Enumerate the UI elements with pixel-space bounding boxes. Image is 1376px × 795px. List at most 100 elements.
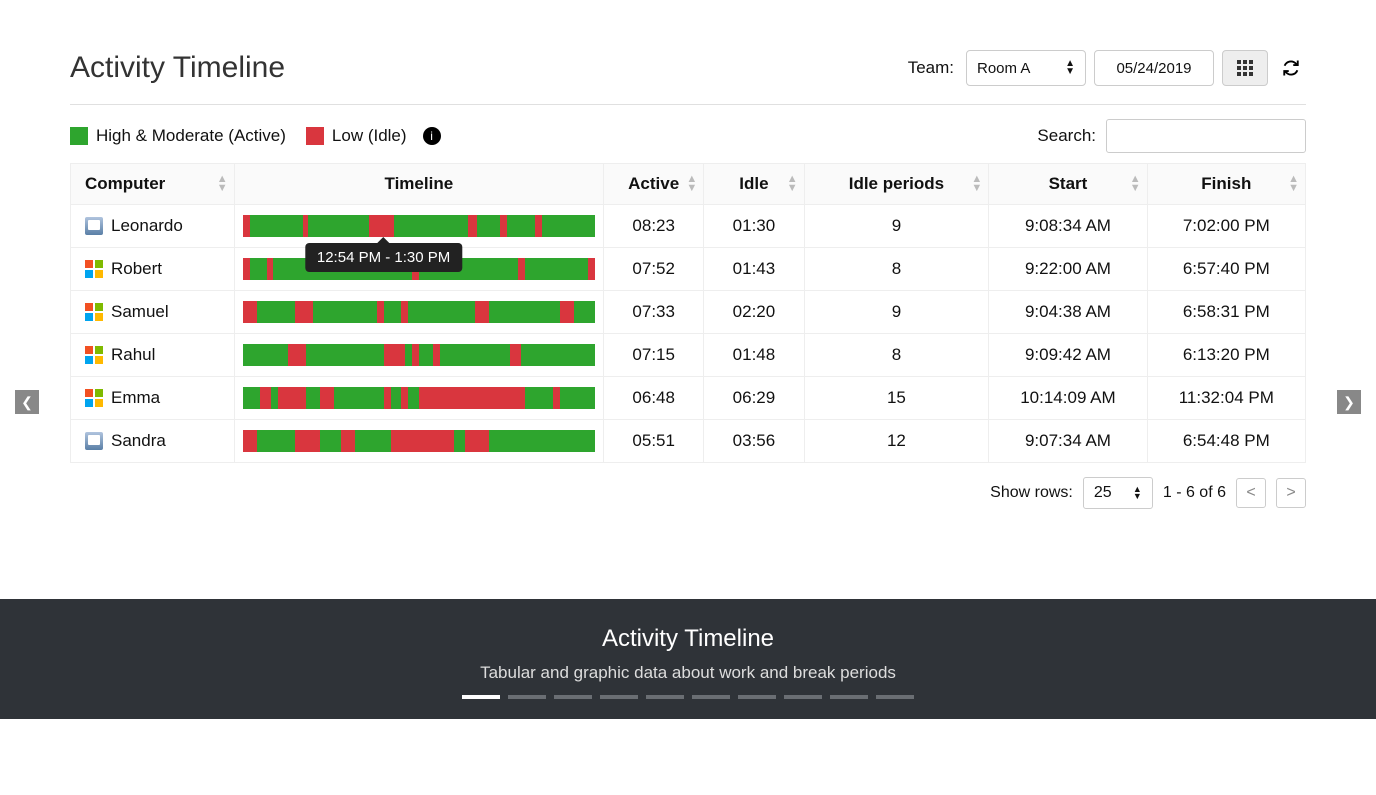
carousel-next-button[interactable]: ❯	[1337, 390, 1361, 414]
timeline-segment-active[interactable]	[489, 301, 559, 323]
timeline-segment-idle[interactable]	[588, 258, 595, 280]
timeline-segment-idle[interactable]	[341, 430, 355, 452]
timeline-segment-idle[interactable]	[384, 344, 405, 366]
timeline-segment-idle[interactable]	[384, 387, 391, 409]
timeline-segment-idle[interactable]	[412, 344, 419, 366]
refresh-button[interactable]	[1276, 50, 1306, 86]
carousel-dot[interactable]	[784, 695, 822, 699]
cell-idle-periods: 15	[804, 377, 989, 420]
prev-page-button[interactable]: <	[1236, 478, 1266, 508]
computer-name: Emma	[111, 388, 160, 408]
timeline-segment-active[interactable]	[560, 387, 595, 409]
timeline-segment-active[interactable]	[250, 258, 268, 280]
timeline-segment-active[interactable]	[391, 387, 402, 409]
timeline-segment-active[interactable]	[525, 387, 553, 409]
col-computer[interactable]: Computer	[71, 164, 235, 205]
timeline-segment-idle[interactable]	[560, 301, 574, 323]
timeline-segment-idle[interactable]	[320, 387, 334, 409]
cell-computer: Leonardo	[71, 205, 235, 248]
timeline-segment-active[interactable]	[308, 215, 370, 237]
timeline-segment-idle[interactable]	[278, 387, 306, 409]
carousel-dot[interactable]	[554, 695, 592, 699]
timeline-bar[interactable]: 12:54 PM - 1:30 PM	[243, 215, 595, 237]
timeline-segment-active[interactable]	[320, 430, 341, 452]
timeline-segment-idle[interactable]	[391, 430, 454, 452]
info-icon[interactable]: i	[423, 127, 441, 145]
timeline-segment-active[interactable]	[440, 344, 510, 366]
grid-view-button[interactable]	[1222, 50, 1268, 86]
cell-start: 9:22:00 AM	[989, 248, 1147, 291]
timeline-segment-idle[interactable]	[401, 301, 408, 323]
timeline-segment-idle[interactable]	[377, 301, 384, 323]
timeline-segment-active[interactable]	[243, 387, 261, 409]
timeline-bar[interactable]	[243, 430, 595, 452]
timeline-segment-active[interactable]	[334, 387, 383, 409]
timeline-segment-active[interactable]	[408, 301, 475, 323]
timeline-segment-idle[interactable]	[475, 301, 489, 323]
timeline-segment-active[interactable]	[271, 387, 278, 409]
timeline-segment-active[interactable]	[250, 215, 303, 237]
col-idle[interactable]: Idle	[704, 164, 804, 205]
timeline-segment-active[interactable]	[384, 301, 402, 323]
timeline-segment-active[interactable]	[257, 430, 296, 452]
timeline-segment-idle[interactable]	[433, 344, 440, 366]
timeline-segment-active[interactable]	[477, 215, 500, 237]
timeline-segment-idle[interactable]	[369, 215, 394, 237]
timeline-bar[interactable]	[243, 344, 595, 366]
col-start[interactable]: Start	[989, 164, 1147, 205]
carousel-dot[interactable]	[738, 695, 776, 699]
timeline-segment-active[interactable]	[313, 301, 376, 323]
timeline-segment-active[interactable]	[306, 387, 320, 409]
col-finish[interactable]: Finish	[1147, 164, 1305, 205]
timeline-segment-idle[interactable]	[260, 387, 271, 409]
timeline-segment-idle[interactable]	[465, 430, 490, 452]
timeline-segment-idle[interactable]	[243, 258, 250, 280]
timeline-segment-active[interactable]	[408, 387, 419, 409]
timeline-segment-idle[interactable]	[288, 344, 306, 366]
date-input[interactable]: 05/24/2019	[1094, 50, 1214, 86]
timeline-segment-active[interactable]	[243, 344, 289, 366]
timeline-bar[interactable]	[243, 387, 595, 409]
carousel-dot[interactable]	[646, 695, 684, 699]
carousel-dot[interactable]	[876, 695, 914, 699]
next-page-button[interactable]: >	[1276, 478, 1306, 508]
timeline-segment-active[interactable]	[574, 301, 595, 323]
timeline-segment-idle[interactable]	[243, 430, 257, 452]
timeline-segment-idle[interactable]	[500, 215, 507, 237]
timeline-segment-active[interactable]	[542, 215, 595, 237]
timeline-segment-idle[interactable]	[295, 301, 313, 323]
carousel-dot[interactable]	[692, 695, 730, 699]
timeline-segment-idle[interactable]	[468, 215, 477, 237]
carousel-dot[interactable]	[600, 695, 638, 699]
timeline-segment-idle[interactable]	[401, 387, 408, 409]
timeline-segment-idle[interactable]	[243, 215, 250, 237]
timeline-segment-idle[interactable]	[510, 344, 521, 366]
timeline-segment-idle[interactable]	[518, 258, 525, 280]
timeline-segment-active[interactable]	[489, 430, 595, 452]
timeline-segment-idle[interactable]	[535, 215, 542, 237]
search-input[interactable]	[1106, 119, 1306, 153]
carousel-prev-button[interactable]: ❮	[15, 390, 39, 414]
timeline-segment-active[interactable]	[257, 301, 296, 323]
timeline-segment-active[interactable]	[394, 215, 468, 237]
timeline-segment-idle[interactable]	[553, 387, 560, 409]
timeline-segment-idle[interactable]	[295, 430, 320, 452]
timeline-segment-idle[interactable]	[243, 301, 257, 323]
timeline-segment-active[interactable]	[306, 344, 384, 366]
rows-per-page-select[interactable]: 25 ▲▼	[1083, 477, 1153, 509]
carousel-dot[interactable]	[830, 695, 868, 699]
timeline-segment-idle[interactable]	[419, 387, 525, 409]
timeline-segment-active[interactable]	[507, 215, 535, 237]
timeline-segment-active[interactable]	[454, 430, 465, 452]
timeline-bar[interactable]	[243, 301, 595, 323]
team-select[interactable]: Room A ▲▼	[966, 50, 1086, 86]
carousel-dot[interactable]	[462, 695, 500, 699]
timeline-segment-active[interactable]	[355, 430, 390, 452]
timeline-segment-active[interactable]	[525, 258, 588, 280]
carousel-dot[interactable]	[508, 695, 546, 699]
col-idle-periods[interactable]: Idle periods	[804, 164, 989, 205]
timeline-segment-active[interactable]	[405, 344, 412, 366]
timeline-segment-active[interactable]	[521, 344, 595, 366]
col-active[interactable]: Active	[604, 164, 704, 205]
timeline-segment-active[interactable]	[419, 344, 433, 366]
